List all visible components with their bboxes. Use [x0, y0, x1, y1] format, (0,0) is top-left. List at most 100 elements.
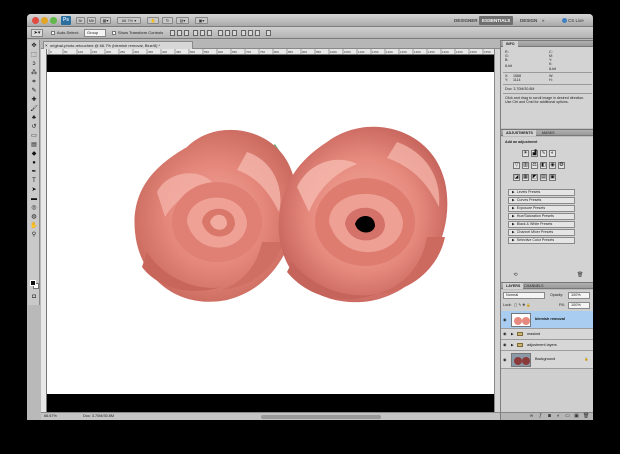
- align-bottom-icon[interactable]: [184, 30, 189, 36]
- preset-hue-saturation[interactable]: ▶ Hue/Saturation Presets: [508, 213, 575, 220]
- eye-icon[interactable]: ◉: [503, 332, 507, 336]
- bridge-button[interactable]: Br: [76, 17, 85, 24]
- type-tool-icon[interactable]: T: [29, 177, 39, 185]
- preset-curves[interactable]: ▶ Curves Presets: [508, 197, 575, 204]
- preset-channel-mixer[interactable]: ▶ Channel Mixer Presets: [508, 229, 575, 236]
- 3d-orbit-tool-icon[interactable]: ◍: [29, 213, 39, 221]
- layer-row-blemish-removal[interactable]: ◉ blemish removal: [501, 311, 593, 329]
- vibrance-icon[interactable]: ▽: [513, 162, 520, 169]
- layer-row-background[interactable]: ◉ Background 🔒: [501, 351, 593, 369]
- exposure-icon[interactable]: ◐: [549, 150, 556, 157]
- fill-field[interactable]: 100%: [568, 302, 590, 309]
- photo-filter-icon[interactable]: ◉: [549, 162, 556, 169]
- brush-tool-icon[interactable]: 🖌: [29, 105, 39, 113]
- workspace-more-button[interactable]: »: [539, 16, 548, 25]
- layer-row-masked[interactable]: ◉ ▶ masked: [501, 329, 593, 340]
- adjustments-trash-icon[interactable]: 🗑: [577, 273, 583, 278]
- screen-mode-button[interactable]: ▣▾: [195, 17, 208, 24]
- canvas-area[interactable]: [47, 55, 494, 412]
- horizontal-scrollbar-thumb[interactable]: [261, 415, 381, 419]
- layer-style-icon[interactable]: ƒ: [538, 414, 543, 419]
- path-selection-tool-icon[interactable]: ➤: [29, 186, 39, 194]
- clip-to-layer-icon[interactable]: ⟲: [513, 273, 518, 278]
- tab-masks[interactable]: MASKS: [539, 130, 558, 136]
- link-layers-icon[interactable]: ∞: [529, 414, 534, 419]
- zoom-window-button[interactable]: [50, 17, 57, 24]
- new-layer-icon[interactable]: ▣: [574, 414, 579, 419]
- view-extras-button[interactable]: ▦▾: [100, 17, 111, 24]
- rotate-view-button[interactable]: ↻: [162, 17, 173, 24]
- distribute-top-icon[interactable]: [218, 30, 223, 36]
- distribute-left-icon[interactable]: [241, 30, 246, 36]
- zoom-level-select[interactable]: 66.7% ▾: [117, 17, 141, 24]
- document-tab[interactable]: × original-photo-retouched @ 66.7% (blem…: [43, 41, 193, 49]
- history-brush-tool-icon[interactable]: ↺: [29, 123, 39, 131]
- gradient-map-icon[interactable]: ▤: [540, 174, 547, 181]
- expand-arrow-icon[interactable]: ▶: [511, 332, 514, 336]
- lasso-tool-icon[interactable]: ↄ: [29, 60, 39, 68]
- align-hcenter-icon[interactable]: [200, 30, 205, 36]
- workspace-essentials[interactable]: ESSENTIALS: [479, 16, 514, 25]
- status-doc-size[interactable]: Doc: 3.70M/30.8M: [83, 413, 114, 420]
- expand-arrow-icon[interactable]: ▶: [511, 343, 514, 347]
- document-canvas[interactable]: [47, 72, 494, 394]
- dodge-tool-icon[interactable]: ●: [29, 159, 39, 167]
- hue-saturation-icon[interactable]: ▥: [522, 162, 529, 169]
- align-left-icon[interactable]: [193, 30, 198, 36]
- selective-color-icon[interactable]: ▣: [549, 174, 556, 181]
- opacity-field[interactable]: 100%: [568, 292, 590, 299]
- foreground-color-swatch[interactable]: [30, 280, 36, 286]
- eye-icon[interactable]: ◉: [503, 358, 507, 362]
- quick-selection-tool-icon[interactable]: ⁂: [29, 69, 39, 77]
- zoom-tool-icon[interactable]: ⚲: [29, 231, 39, 239]
- distribute-hcenter-icon[interactable]: [248, 30, 253, 36]
- workspace-design[interactable]: DESIGN: [517, 16, 540, 25]
- curves-icon[interactable]: ∿: [540, 150, 547, 157]
- distribute-right-icon[interactable]: [255, 30, 260, 36]
- invert-icon[interactable]: ◪: [513, 174, 520, 181]
- color-balance-icon[interactable]: ⚖: [531, 162, 538, 169]
- tab-adjustments[interactable]: ADJUSTMENTS: [503, 130, 536, 136]
- align-right-icon[interactable]: [207, 30, 212, 36]
- brightness-contrast-icon[interactable]: ☀: [522, 150, 529, 157]
- gradient-tool-icon[interactable]: ▤: [29, 141, 39, 149]
- preset-selective-color[interactable]: ▶ Selective Color Presets: [508, 237, 575, 244]
- move-tool-preset-icon[interactable]: ➤▾: [31, 29, 43, 37]
- eraser-tool-icon[interactable]: ▭: [29, 132, 39, 140]
- posterize-icon[interactable]: ▦: [522, 174, 529, 181]
- threshold-icon[interactable]: ◩: [531, 174, 538, 181]
- close-window-button[interactable]: [32, 17, 39, 24]
- minimize-window-button[interactable]: [41, 17, 48, 24]
- pen-tool-icon[interactable]: ✒: [29, 168, 39, 176]
- workspace-designer[interactable]: DESIGNER: [451, 16, 481, 25]
- status-zoom[interactable]: 66.67%: [44, 413, 57, 420]
- blur-tool-icon[interactable]: ◆: [29, 150, 39, 158]
- align-vcenter-icon[interactable]: [177, 30, 182, 36]
- delete-layer-icon[interactable]: 🗑: [583, 414, 589, 419]
- preset-exposure[interactable]: ▶ Exposure Presets: [508, 205, 575, 212]
- levels-icon[interactable]: ▟: [531, 150, 538, 157]
- eye-icon[interactable]: ◉: [503, 318, 507, 322]
- tab-channels[interactable]: CHANNELS: [521, 283, 547, 289]
- align-top-icon[interactable]: [170, 30, 175, 36]
- preset-black-white[interactable]: ▶ Black & White Presets: [508, 221, 575, 228]
- preset-levels[interactable]: ▶ Levels Presets: [508, 189, 575, 196]
- hand-tool-icon[interactable]: ✋: [29, 222, 39, 230]
- 3d-rotate-tool-icon[interactable]: ◎: [29, 204, 39, 212]
- show-transform-checkbox[interactable]: [112, 31, 116, 35]
- auto-select-dropdown[interactable]: Group: [84, 29, 106, 37]
- crop-tool-icon[interactable]: ⌗: [29, 78, 39, 86]
- eye-icon[interactable]: ◉: [503, 343, 507, 347]
- new-adjustment-icon[interactable]: ◐: [556, 414, 561, 419]
- quick-mask-icon[interactable]: ◘: [29, 293, 39, 301]
- cs-live-button[interactable]: CS Live: [562, 16, 584, 25]
- distribute-bottom-icon[interactable]: [232, 30, 237, 36]
- arrange-documents-button[interactable]: ▤▾: [176, 17, 189, 24]
- auto-select-checkbox[interactable]: [51, 31, 55, 35]
- layer-row-adjustment-layers[interactable]: ◉ ▶ adjustment layers: [501, 340, 593, 351]
- blend-mode-select[interactable]: Normal: [503, 292, 545, 299]
- mini-bridge-button[interactable]: Mb: [87, 17, 96, 24]
- close-document-icon[interactable]: ×: [45, 42, 48, 49]
- eyedropper-tool-icon[interactable]: ✎: [29, 87, 39, 95]
- new-group-icon[interactable]: ▭: [565, 414, 570, 419]
